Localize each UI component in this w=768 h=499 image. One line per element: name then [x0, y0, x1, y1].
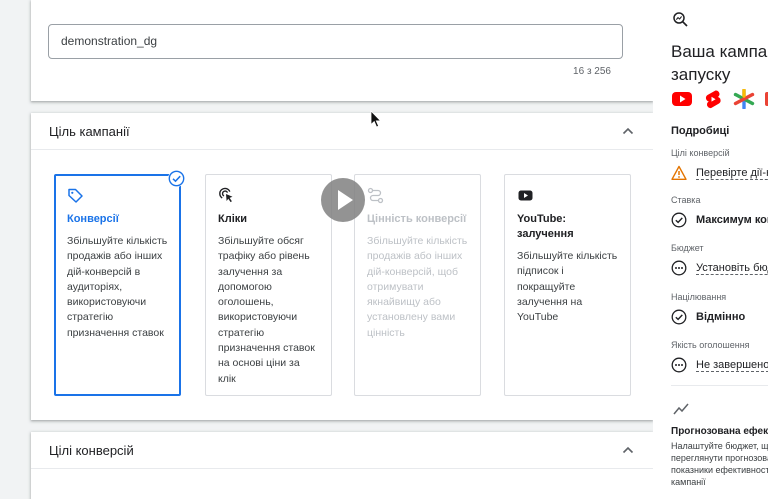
- more-circle-icon: [671, 357, 687, 373]
- conversion-goals-card: Цілі конверсій: [31, 432, 653, 499]
- campaign-goal-card: Ціль кампанії Конверсії Збільшуйте кільк…: [31, 113, 653, 420]
- more-circle-icon: [671, 260, 687, 276]
- check-circle-icon: [168, 170, 185, 187]
- check-circle-icon: [671, 309, 687, 325]
- check-circle-icon: [671, 212, 687, 228]
- goal-option-title: Конверсії: [67, 213, 119, 225]
- chevron-up-icon[interactable]: [621, 124, 635, 138]
- mouse-pointer-icon: [370, 110, 382, 128]
- detail-item-bidding[interactable]: Максимум конверсій: [671, 212, 768, 228]
- trend-icon: [673, 403, 689, 415]
- details-title: Подробиці: [671, 125, 730, 137]
- video-play-icon[interactable]: [321, 178, 365, 222]
- campaign-goal-header[interactable]: Ціль кампанії: [31, 113, 653, 150]
- goal-option-description: Збільшуйте обсяг трафіку або рівень залу…: [218, 235, 315, 385]
- goal-option-title: Кліки: [218, 213, 248, 225]
- summary-title: Ваша кампанія готова до запуску: [671, 42, 768, 84]
- detail-value: Максимум конверсій: [696, 214, 768, 226]
- detail-label: Ставка: [671, 195, 701, 205]
- gmail-icon: [765, 92, 768, 106]
- goal-option-title: YouTube: залучення: [517, 213, 574, 240]
- detail-label: Бюджет: [671, 243, 704, 253]
- character-counter: 16 з 256: [573, 66, 611, 77]
- youtube-icon: [518, 190, 533, 201]
- conversion-goals-header[interactable]: Цілі конверсій: [31, 432, 653, 469]
- channel-icons: [671, 89, 768, 109]
- detail-label: Якість оголошення: [671, 340, 750, 350]
- campaign-name-card: demonstration_dg 16 з 256: [31, 0, 653, 101]
- conversion-goals-title: Цілі конверсій: [49, 442, 134, 458]
- detail-item-budget[interactable]: Установіть бюджет: [671, 260, 768, 276]
- goal-option-youtube-engagement[interactable]: YouTube: залучення Збільшуйте кількість …: [504, 174, 631, 396]
- google-discover-icon: [733, 89, 755, 109]
- cursor-click-icon: [219, 187, 233, 203]
- goal-option-clicks[interactable]: Кліки Збільшуйте обсяг трафіку або рівен…: [205, 174, 332, 396]
- detail-item-ad-quality[interactable]: Не завершено: [671, 357, 768, 373]
- route-icon: [367, 187, 384, 204]
- main-content: demonstration_dg 16 з 256 Ціль кампанії …: [0, 0, 653, 499]
- performance-title: Прогнозована ефективність: [671, 426, 768, 437]
- youtube-logo-icon: [672, 92, 692, 106]
- youtube-shorts-icon: [705, 90, 721, 109]
- detail-label: Цілі конверсій: [671, 148, 730, 158]
- tag-icon: [68, 188, 83, 203]
- performance-description: Налаштуйте бюджет, щоб переглянути прогн…: [671, 441, 768, 487]
- detail-value: Перевірте дії-конверсії: [696, 167, 768, 180]
- goal-option-title: Цінність конверсії: [367, 213, 467, 225]
- detail-value: Установіть бюджет: [696, 262, 768, 275]
- detail-item-conversion-goals[interactable]: Перевірте дії-конверсії: [671, 165, 768, 181]
- search-insights-icon[interactable]: [672, 11, 689, 28]
- campaign-goal-title: Ціль кампанії: [49, 123, 130, 139]
- goal-option-conversions[interactable]: Конверсії Збільшуйте кількість продажів …: [54, 170, 185, 396]
- detail-value: Відмінно: [696, 311, 746, 323]
- detail-value: Не завершено: [696, 358, 768, 372]
- warning-icon: [671, 165, 687, 180]
- chevron-up-icon[interactable]: [621, 443, 635, 457]
- goal-option-conversion-value: Цінність конверсії Збільшуйте кількість …: [354, 174, 481, 396]
- detail-label: Націлювання: [671, 292, 727, 302]
- detail-item-targeting[interactable]: Відмінно: [671, 309, 745, 325]
- divider: [671, 385, 768, 386]
- goal-option-description: Збільшуйте кількість підписок і покращуй…: [517, 250, 618, 324]
- goal-option-description: Збільшуйте кількість продажів або інших …: [367, 235, 468, 339]
- campaign-summary-panel: Ваша кампанія готова до запуску Подробиц…: [653, 0, 768, 499]
- goal-option-description: Збільшуйте кількість продажів або інших …: [67, 235, 168, 339]
- campaign-name-input[interactable]: demonstration_dg: [48, 24, 623, 59]
